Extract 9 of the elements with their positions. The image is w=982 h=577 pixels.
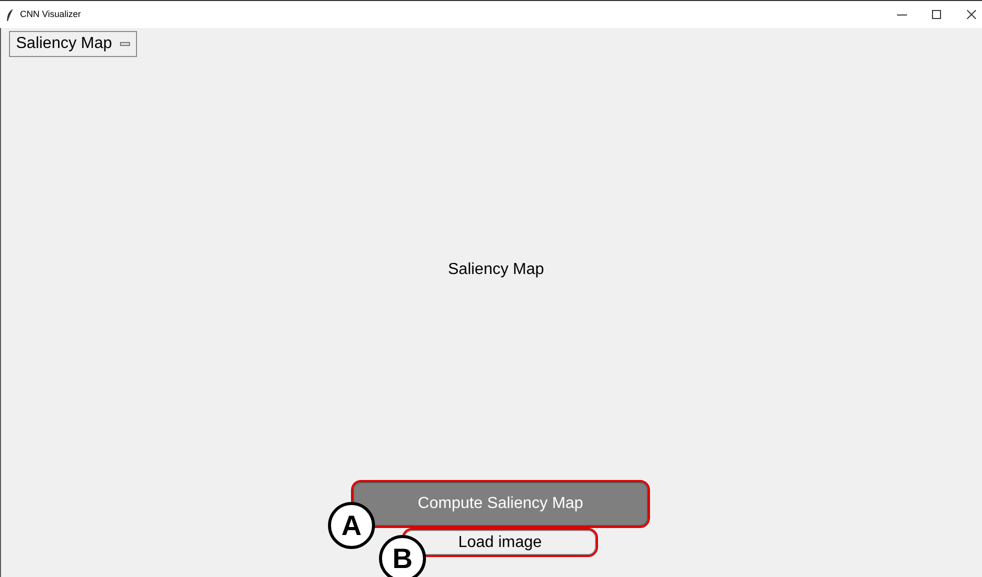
close-icon[interactable] bbox=[967, 10, 976, 19]
indicator-icon bbox=[120, 42, 130, 46]
view-label: Saliency Map bbox=[448, 260, 544, 280]
maximize-icon[interactable] bbox=[932, 10, 941, 19]
window-title: CNN Visualizer bbox=[20, 8, 81, 21]
feather-icon bbox=[6, 8, 14, 20]
callout-badge: A bbox=[328, 502, 375, 549]
callout-badge: B bbox=[379, 535, 426, 577]
option-menu[interactable]: Saliency Map bbox=[9, 31, 138, 57]
